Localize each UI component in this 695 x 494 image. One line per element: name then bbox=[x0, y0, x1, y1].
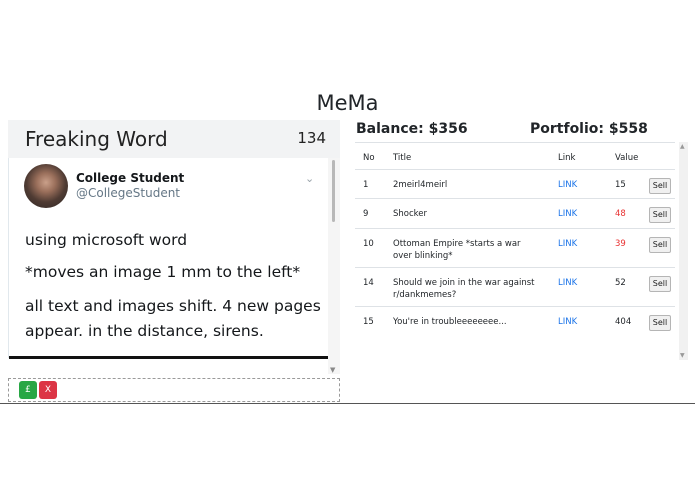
row-no: 1 bbox=[363, 180, 369, 190]
row-no: 9 bbox=[363, 209, 369, 219]
meme-image: College Student @CollegeStudent ⌄ using … bbox=[8, 158, 329, 359]
post-score: 134 bbox=[297, 129, 326, 147]
balance-label: Balance: $356 bbox=[356, 121, 468, 137]
meme-post-panel: Freaking Word 134 College Student @Colle… bbox=[8, 120, 340, 374]
post-header: Freaking Word 134 bbox=[8, 120, 340, 158]
column-header-link: Link bbox=[558, 153, 576, 163]
row-link[interactable]: LINK bbox=[558, 316, 577, 328]
row-title: Should we join in the war against r/dank… bbox=[393, 278, 535, 300]
table-row: 15 You're in troubleeeeeeee... LINK 404 … bbox=[355, 306, 675, 337]
divider bbox=[0, 403, 695, 404]
tweet-text-line: *moves an image 1 mm to the left* bbox=[25, 263, 301, 281]
app-title: MeMa bbox=[316, 91, 379, 115]
tweet-text-line: appear. in the distance, sirens. bbox=[25, 322, 264, 340]
row-no: 14 bbox=[363, 278, 374, 288]
dislike-button[interactable]: X bbox=[39, 381, 57, 399]
column-header-no: No bbox=[363, 153, 375, 163]
row-title: Shocker bbox=[393, 209, 427, 219]
chevron-down-icon: ⌄ bbox=[305, 172, 315, 185]
sell-button[interactable]: Sell bbox=[649, 315, 671, 331]
meme-image-viewport[interactable]: College Student @CollegeStudent ⌄ using … bbox=[8, 158, 340, 374]
table-header: No Title Link Value bbox=[355, 142, 675, 170]
sell-button[interactable]: Sell bbox=[649, 207, 671, 223]
row-value: 39 bbox=[615, 239, 626, 249]
divider bbox=[9, 356, 329, 359]
holdings-scrollbar[interactable]: ▲ ▼ bbox=[679, 142, 688, 360]
vote-action-bar: £ X bbox=[8, 378, 340, 402]
portfolio-label: Portfolio: $558 bbox=[530, 121, 648, 137]
holdings-table: No Title Link Value 1 2meirl4meirl LINK … bbox=[355, 142, 688, 360]
column-header-value: Value bbox=[615, 153, 639, 163]
tweet-author-name: College Student bbox=[76, 171, 185, 185]
row-title: You're in troubleeeeeeee... bbox=[393, 317, 507, 327]
table-row: 1 2meirl4meirl LINK 15 Sell bbox=[355, 169, 675, 199]
row-no: 15 bbox=[363, 317, 374, 327]
row-link[interactable]: LINK bbox=[558, 238, 577, 250]
row-link[interactable]: LINK bbox=[558, 208, 577, 220]
row-link[interactable]: LINK bbox=[558, 179, 577, 191]
row-title: 2meirl4meirl bbox=[393, 180, 448, 190]
tweet-text-line: using microsoft word bbox=[25, 231, 188, 249]
table-row: 10 Ottoman Empire *starts a war over bli… bbox=[355, 228, 675, 268]
avatar bbox=[24, 164, 68, 208]
table-row: 9 Shocker LINK 48 Sell bbox=[355, 198, 675, 229]
scroll-down-arrow-icon[interactable]: ▼ bbox=[680, 352, 685, 359]
meme-scrollbar[interactable]: ▼ bbox=[328, 158, 340, 374]
column-header-title: Title bbox=[393, 153, 412, 163]
row-value: 52 bbox=[615, 278, 626, 288]
like-button[interactable]: £ bbox=[19, 381, 37, 399]
row-value: 404 bbox=[615, 317, 632, 327]
sell-button[interactable]: Sell bbox=[649, 237, 671, 253]
row-value: 15 bbox=[615, 180, 626, 190]
row-link[interactable]: LINK bbox=[558, 277, 577, 289]
tweet-author-handle: @CollegeStudent bbox=[76, 186, 181, 200]
row-value: 48 bbox=[615, 209, 626, 219]
scroll-up-arrow-icon[interactable]: ▲ bbox=[680, 143, 685, 150]
row-title: Ottoman Empire *starts a war over blinki… bbox=[393, 239, 521, 261]
row-no: 10 bbox=[363, 239, 374, 249]
table-row: 14 Should we join in the war against r/d… bbox=[355, 267, 675, 307]
scroll-down-arrow-icon[interactable]: ▼ bbox=[330, 366, 335, 374]
post-title: Freaking Word bbox=[25, 127, 168, 151]
tweet-text-line: all text and images shift. 4 new pages bbox=[25, 297, 321, 315]
sell-button[interactable]: Sell bbox=[649, 178, 671, 194]
scrollbar-thumb[interactable] bbox=[332, 160, 335, 222]
sell-button[interactable]: Sell bbox=[649, 276, 671, 292]
